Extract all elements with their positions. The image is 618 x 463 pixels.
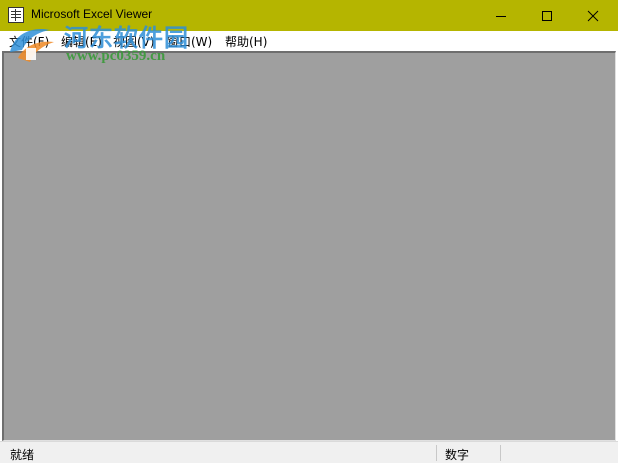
menu-item-view[interactable]: 视图(V) [113,33,155,50]
status-divider [500,445,501,461]
window-title: Microsoft Excel Viewer [31,7,153,21]
close-button[interactable] [570,0,616,31]
status-bar: 就绪 数字 [0,441,618,463]
excel-viewer-app-icon[interactable] [8,7,24,23]
maximize-button[interactable] [524,0,570,31]
title-bar[interactable]: Microsoft Excel Viewer [0,0,618,31]
status-ready: 就绪 [10,448,35,462]
menu-item-file[interactable]: 文件(F) [9,33,49,50]
minimize-button[interactable] [478,0,524,31]
menu-item-window[interactable]: 窗口(W) [167,33,212,50]
menu-item-edit[interactable]: 编辑(E) [61,33,102,50]
menu-item-help[interactable]: 帮助(H) [225,33,267,50]
workspace-area[interactable] [2,51,616,441]
status-divider [436,445,437,461]
menu-bar: 文件(F) 编辑(E) 视图(V) 窗口(W) 帮助(H) [0,31,618,51]
close-icon [587,10,599,21]
maximize-icon [542,10,552,21]
status-num-lock: 数字 [445,448,470,462]
minimize-icon [496,15,506,17]
